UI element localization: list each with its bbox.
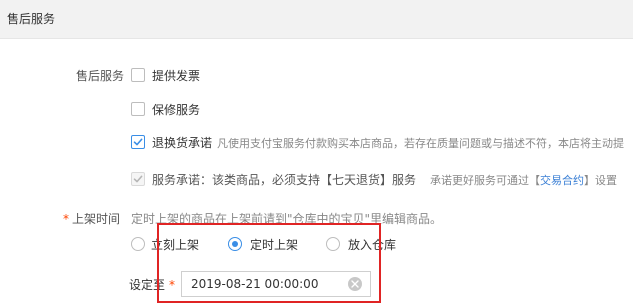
check-icon [133,138,143,146]
clear-icon[interactable] [348,277,362,291]
listing-time-label-text: 上架时间 [72,212,121,226]
check-icon [133,175,143,183]
section-title: 售后服务 [7,12,56,26]
return-promise-label[interactable]: 退换货承诺 [152,134,212,151]
datetime-value[interactable]: 2019-08-21 00:00:00 [191,277,318,291]
service-commitment-note: 承诺更好服务可通过【交易合约】设置 [430,172,617,188]
close-icon [351,280,359,288]
return-promise-checkbox[interactable] [131,135,145,149]
section-header: 售后服务 [0,0,633,39]
radio-list-now[interactable] [131,237,145,251]
trade-contract-link[interactable]: 交易合约 [540,174,584,187]
radio-warehouse-label[interactable]: 放入仓库 [348,236,396,253]
set-to-label-text: 设定至 [129,278,166,292]
note-prefix: 承诺更好服务可通过【 [430,174,540,187]
listing-time-label: * 上架时间 [63,210,120,227]
radio-list-now-label[interactable]: 立刻上架 [151,236,199,253]
after-sales-label: 售后服务 [76,69,125,83]
invoice-label[interactable]: 提供发票 [152,67,200,84]
set-to-required-mark: * [169,278,176,292]
radio-scheduled[interactable] [228,237,242,251]
set-to-label: 设定至 * [129,276,178,293]
radio-warehouse[interactable] [326,237,340,251]
radio-scheduled-label[interactable]: 定时上架 [250,236,298,253]
note-suffix: 】设置 [584,174,617,187]
warranty-checkbox[interactable] [131,102,145,116]
return-promise-description: 凡使用支付宝服务付款购买本店商品，若存在质量问题或与描述不符，本店将主动提 [217,137,624,150]
service-commitment-label: 服务承诺：该类商品，必须支持【七天退货】服务 [152,173,417,187]
datetime-input[interactable]: 2019-08-21 00:00:00 [181,271,371,297]
listing-time-hint: 定时上架的商品在上架前请到"仓库中的宝贝"里编辑商品。 [131,212,443,226]
invoice-checkbox[interactable] [131,68,145,82]
required-mark: * [63,212,69,226]
service-commitment-checkbox [131,172,145,186]
warranty-label[interactable]: 保修服务 [152,101,200,118]
